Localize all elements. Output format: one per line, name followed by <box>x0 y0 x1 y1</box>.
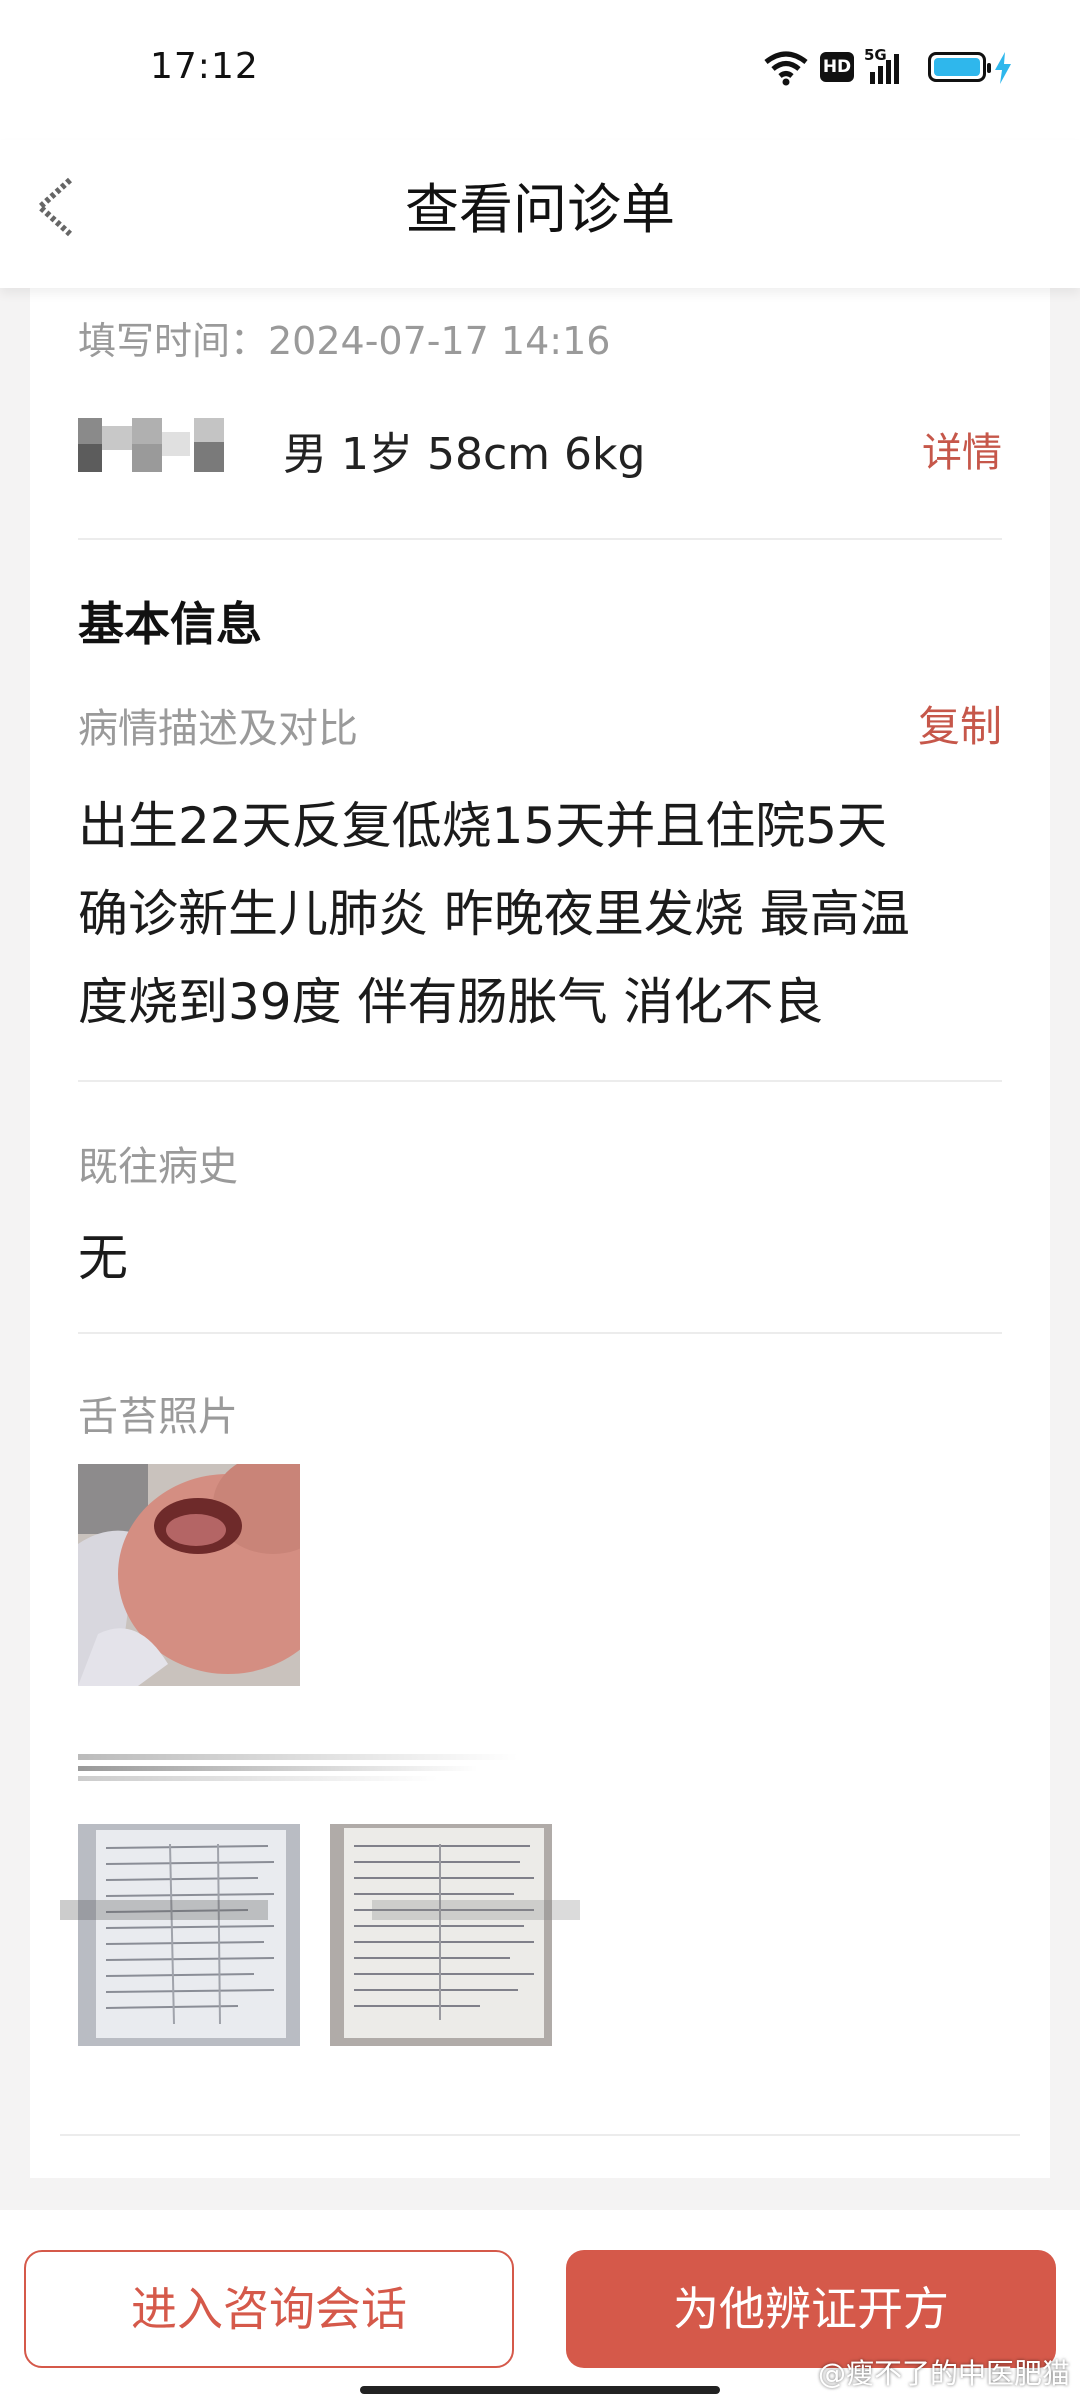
tongue-photo-label: 舌苔照片 <box>78 1394 238 1440</box>
basic-info-title: 基本信息 <box>78 597 262 651</box>
blurred-label <box>78 1748 518 1788</box>
condition-line: 确诊新生儿肺炎 昨晚夜里发烧 最高温 <box>78 885 910 943</box>
history-value: 无 <box>78 1229 128 1287</box>
page-header: 查看问诊单 <box>0 140 1080 288</box>
condition-line: 出生22天反复低烧15天并且住院5天 <box>78 797 888 855</box>
detail-link[interactable]: 详情 <box>922 420 1002 478</box>
wifi-icon <box>764 51 808 86</box>
home-indicator[interactable] <box>360 2386 720 2394</box>
page-title: 查看问诊单 <box>405 178 675 241</box>
report-photo-2[interactable] <box>330 1824 552 2046</box>
patient-info: 男 1岁 58cm 6kg <box>283 429 646 480</box>
patient-name-mosaic <box>78 418 228 476</box>
prescribe-button[interactable]: 为他辨证开方 <box>566 2250 1056 2368</box>
status-time: 17:12 <box>150 46 259 87</box>
divider <box>78 1080 1002 1082</box>
history-label: 既往病史 <box>78 1144 238 1190</box>
report-photo-1[interactable] <box>78 1824 300 2046</box>
copy-button[interactable]: 复制 <box>918 693 1002 754</box>
patient-row: 男 1岁 58cm 6kg 详情 <box>78 418 1002 498</box>
next-section-peek <box>60 1900 580 1920</box>
condition-line: 度烧到39度 伴有肠胀气 消化不良 <box>78 973 824 1031</box>
battery-icon <box>928 52 991 82</box>
enter-consultation-button[interactable]: 进入咨询会话 <box>24 2250 514 2368</box>
tongue-photo[interactable] <box>78 1464 300 1686</box>
bottom-action-bar: 进入咨询会话 为他辨证开方 @瘦不了的中医肥猫 <box>0 2210 1080 2400</box>
divider <box>78 1332 1002 1334</box>
fill-time: 填写时间：2024-07-17 14:16 <box>78 319 611 363</box>
divider <box>78 538 1002 540</box>
condition-description: 出生22天反复低烧15天并且住院5天 确诊新生儿肺炎 昨晚夜里发烧 最高温 度烧… <box>78 782 1008 1046</box>
5g-signal-icon: 5G <box>864 46 912 86</box>
hd-icon: HD <box>820 52 854 82</box>
status-bar: 17:12 HD 5G <box>0 0 1080 140</box>
consultation-card: 填写时间：2024-07-17 14:16 男 1岁 58cm 6kg 详情 基… <box>30 288 1050 2178</box>
condition-label: 病情描述及对比 <box>78 706 358 752</box>
watermark: @瘦不了的中医肥猫 <box>817 2357 1070 2390</box>
charging-icon <box>995 52 1011 84</box>
divider <box>60 2134 1020 2136</box>
